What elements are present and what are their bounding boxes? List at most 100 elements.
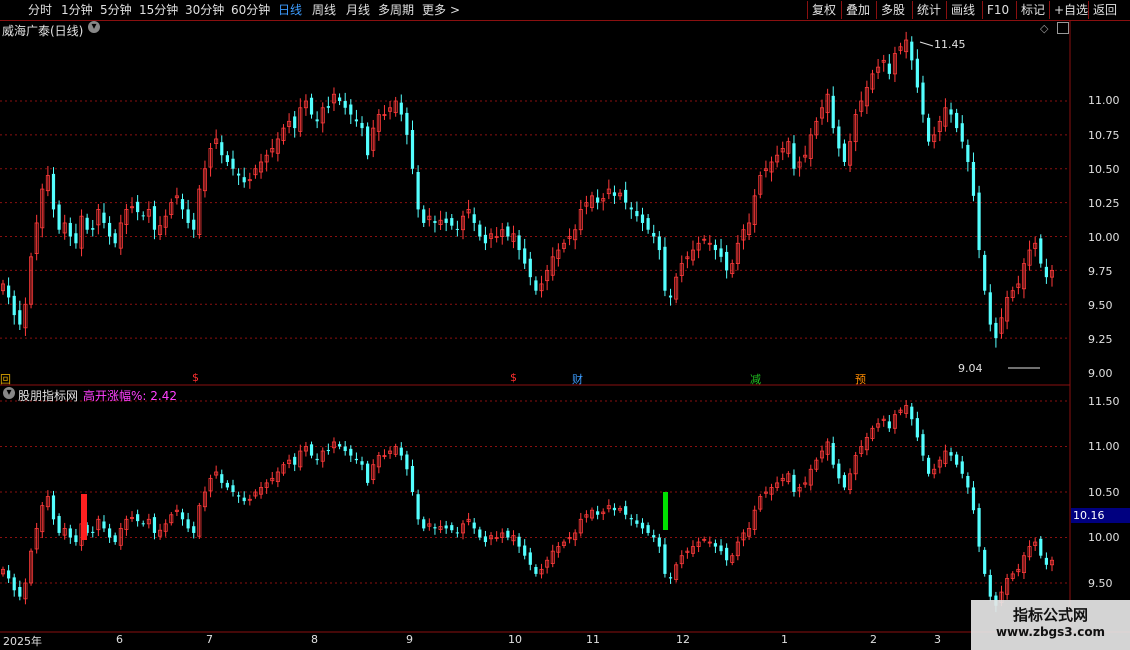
time-tick: 1 [781, 633, 788, 646]
candle-down [74, 233, 78, 244]
candle-down [7, 570, 11, 579]
candle-down [983, 254, 987, 291]
candle-down [102, 212, 106, 223]
time-tick: 3 [934, 633, 941, 646]
candle-down [141, 523, 145, 525]
price-tick: 10.25 [1088, 197, 1120, 210]
candle-down [326, 106, 330, 108]
price-tick: 9.50 [1088, 299, 1113, 312]
price-tick: 9.00 [1088, 367, 1113, 380]
event-marker[interactable]: 减 [750, 371, 761, 387]
price-tick: 9.75 [1088, 265, 1113, 278]
candle-down [887, 63, 891, 74]
candle-down [635, 520, 639, 524]
candle-down [343, 101, 347, 108]
candle-down [646, 218, 650, 230]
candle-down [225, 482, 229, 488]
candle-down [237, 495, 241, 497]
candle-down [719, 248, 723, 257]
price-tick: 10.50 [1088, 486, 1120, 499]
candle-down [12, 577, 16, 591]
candle-down [966, 144, 970, 162]
candle-down [113, 535, 117, 543]
current-value-tag: 10.16 [1071, 508, 1130, 523]
candle-down [842, 475, 847, 488]
candle-down [657, 537, 661, 547]
time-tick: 2 [870, 633, 877, 646]
candle-down [192, 219, 196, 230]
candle-down [725, 251, 729, 271]
candle-down [293, 456, 297, 465]
price-tick: 10.00 [1088, 231, 1120, 244]
time-tick: 12 [676, 633, 690, 646]
candle-down [51, 173, 56, 210]
price-tick: 11.50 [1088, 395, 1120, 408]
candle-down [612, 192, 617, 196]
candle-down [915, 418, 919, 438]
candle-down [309, 444, 314, 456]
candle-down [455, 228, 459, 230]
candle-down [293, 116, 297, 129]
candle-down [422, 519, 426, 529]
candle-down [517, 536, 521, 547]
candle-down [652, 232, 656, 237]
candle-down [949, 452, 953, 456]
low-price-label: 9.04 [958, 362, 983, 375]
candle-down [416, 172, 420, 210]
candle-down [349, 104, 353, 115]
time-tick: 11 [586, 633, 600, 646]
candle-down [831, 95, 835, 129]
candle-down [640, 214, 645, 223]
candle-down [719, 545, 723, 552]
candle-down [988, 574, 992, 597]
candle-down [450, 525, 454, 531]
event-marker[interactable]: 预 [855, 371, 866, 387]
candle-down [309, 97, 314, 115]
candle-down [977, 508, 981, 547]
candle-down [837, 463, 841, 479]
candle-down [663, 246, 667, 291]
chevron-down-icon[interactable]: ▾ [88, 21, 100, 33]
candle-down [410, 129, 415, 169]
candle-down [315, 119, 319, 122]
candle-down [192, 526, 196, 533]
candle-down [237, 173, 241, 176]
candle-down [983, 549, 987, 574]
candle-down [842, 143, 847, 162]
candle-down [410, 465, 415, 492]
event-marker[interactable]: 财 [572, 371, 583, 387]
watermark-url: www.zbgs3.com [995, 625, 1106, 639]
candle-down [354, 458, 359, 461]
candle-down [68, 222, 72, 237]
watermark-title: 指标公式网 [1012, 606, 1088, 624]
event-marker[interactable]: 回 [0, 371, 11, 387]
candle-down [517, 235, 521, 251]
candle-down [624, 189, 628, 203]
candle-down [596, 511, 600, 515]
candle-down [926, 117, 931, 142]
candle-down [960, 461, 964, 474]
candle-down [523, 248, 527, 264]
candle-down [242, 497, 246, 502]
candle-down [433, 527, 437, 529]
diamond-icon[interactable]: ◇ [1040, 22, 1048, 35]
candle-down [478, 529, 482, 538]
candle-down [506, 530, 510, 538]
candle-down [450, 218, 454, 226]
candle-down [337, 97, 342, 101]
candle-down [136, 514, 140, 522]
event-marker[interactable]: $ [192, 371, 199, 384]
candle-down [399, 447, 403, 456]
candle-down [68, 528, 72, 538]
kline-chart[interactable] [0, 0, 1130, 650]
window-icon[interactable] [1057, 22, 1069, 34]
candle-down [792, 143, 796, 169]
candle-down [971, 487, 976, 511]
candle-down [57, 516, 61, 533]
candle-down [966, 475, 970, 488]
event-marker[interactable]: $ [510, 371, 517, 384]
price-tick: 9.25 [1088, 333, 1113, 346]
candle-down [921, 434, 925, 456]
chevron-down-icon[interactable]: ▾ [3, 387, 15, 399]
candle-down [629, 518, 633, 520]
